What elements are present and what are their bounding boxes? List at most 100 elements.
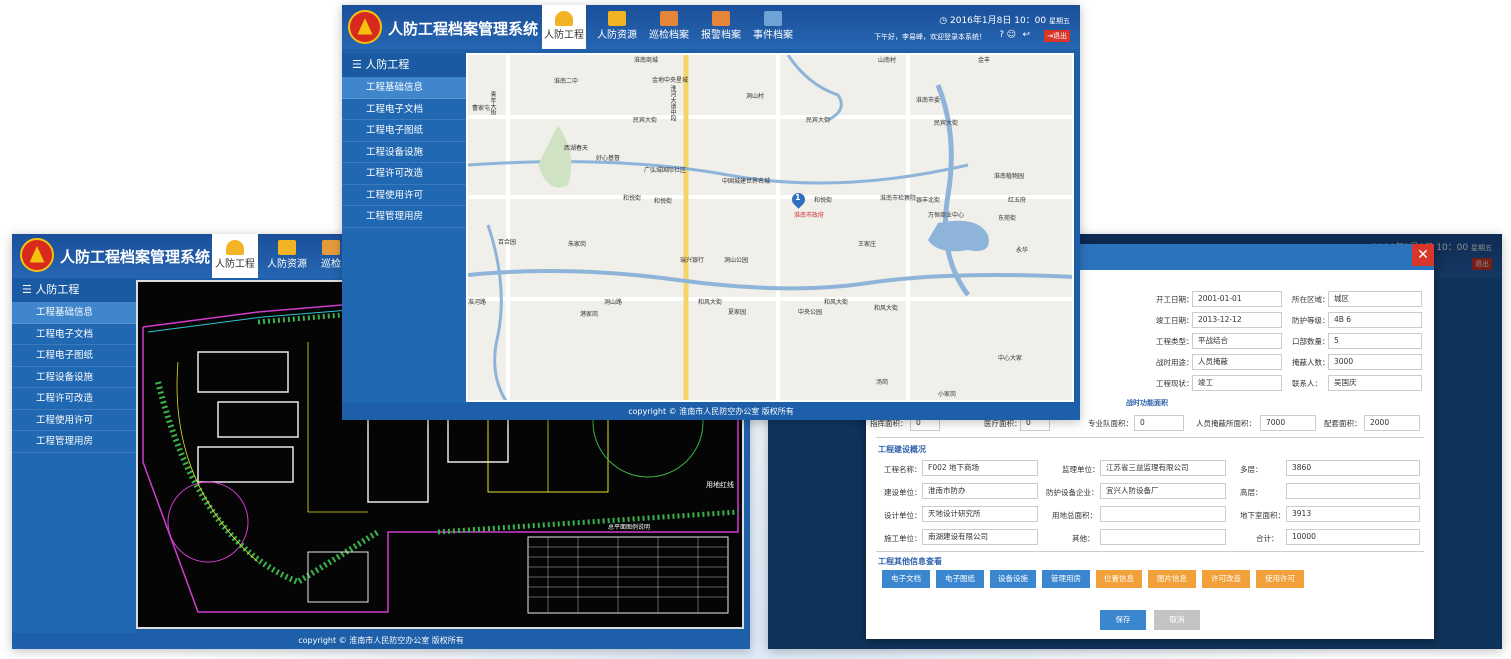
field-input[interactable]	[1286, 483, 1420, 499]
field-input[interactable]: 4B 6	[1328, 312, 1422, 328]
field-input[interactable]: 人员掩蔽	[1192, 354, 1282, 370]
field-input[interactable]: F002 地下商场	[922, 460, 1038, 476]
field-input[interactable]: 3000	[1328, 354, 1422, 370]
sidebar-item[interactable]: 工程管理用房	[342, 206, 466, 228]
sidebar-item[interactable]: 工程许可改造	[12, 388, 136, 410]
map-label: 金丰	[978, 57, 991, 64]
app-logo-icon	[20, 238, 54, 272]
field-input[interactable]: 平战结合	[1192, 333, 1282, 349]
room-button[interactable]: 管理用房	[1042, 570, 1090, 588]
close-icon[interactable]: ✕	[1412, 244, 1434, 266]
map-label: 淮南植物园	[994, 173, 1025, 180]
field-label: 工程类型：	[1156, 337, 1194, 346]
cancel-button[interactable]: 取消	[1154, 610, 1200, 630]
app-title: 人防工程档案管理系统	[60, 248, 211, 266]
sidebar-item[interactable]: 工程电子文档	[342, 99, 466, 120]
sidebar-item[interactable]: 工程电子图纸	[342, 120, 466, 142]
tab-renfang-gongcheng[interactable]: 人防工程	[542, 5, 586, 49]
help-icon[interactable]: ?	[999, 30, 1004, 40]
field-input[interactable]: 竣工	[1192, 375, 1282, 391]
field-label: 其他：	[1072, 534, 1095, 543]
field-input[interactable]: 南湖建设有限公司	[922, 529, 1038, 545]
book-icon	[660, 11, 678, 26]
message-icon[interactable]: ☺	[1007, 30, 1016, 40]
map-roads	[468, 55, 1072, 400]
map-label: 东苑街	[998, 215, 1017, 222]
map-view[interactable]: 淮南二中 金地中央星城 洞山村 淮南市委 民宾大街 民宾大街 民宾大街 淮河大道…	[466, 53, 1074, 402]
cad-label-redline: 用地红线	[706, 481, 734, 489]
map-label: 西湖春天	[564, 145, 589, 152]
field-input[interactable]: 天地设计研究所	[922, 506, 1038, 522]
field-input[interactable]: 7000	[1260, 415, 1316, 431]
section-war-area-title: 战时功能面积	[1126, 399, 1168, 407]
field-input[interactable]	[1100, 529, 1226, 545]
map-label: 夏家园	[728, 309, 747, 316]
use-permit-button[interactable]: 使用许可	[1256, 570, 1304, 588]
helmet-icon	[555, 11, 573, 26]
sidebar-item[interactable]: 工程管理用房	[12, 431, 136, 453]
field-input[interactable]: 5	[1328, 333, 1422, 349]
location-button[interactable]: 位置信息	[1096, 570, 1142, 588]
map-label: 淮南商城	[634, 57, 659, 64]
tab-renfang-gongcheng[interactable]: 人防工程	[212, 234, 258, 278]
back-icon[interactable]: ↩	[1022, 30, 1030, 40]
equipment-button[interactable]: 设备设施	[990, 570, 1036, 588]
map-label: 广弘城国际社区	[644, 167, 687, 174]
sidebar-item[interactable]: 工程电子文档	[12, 324, 136, 345]
logout-button[interactable]: ⇥退出	[1044, 30, 1070, 42]
tab-xunjian-dangan[interactable]: 巡检档案	[644, 5, 694, 49]
field-input[interactable]: 3860	[1286, 460, 1420, 476]
field-input[interactable]: 2013-12-12	[1192, 312, 1282, 328]
save-button[interactable]: 保存	[1100, 610, 1146, 630]
map-label: 中央公园	[798, 309, 823, 316]
sidebar-item[interactable]: 工程使用许可	[342, 185, 466, 206]
field-input[interactable]: 3913	[1286, 506, 1420, 522]
section-other-title: 工程其他信息查看	[878, 557, 942, 566]
map-marker-label: 淮南市政府	[794, 212, 825, 219]
map-label: 和风大街	[874, 305, 899, 312]
tab-renfang-ziyuan[interactable]: 人防资源	[592, 5, 642, 49]
drawing-button[interactable]: 电子图纸	[936, 570, 984, 588]
field-input[interactable]	[1100, 506, 1226, 522]
books-icon	[712, 11, 730, 26]
field-input[interactable]: 宜兴人防设备厂	[1100, 483, 1226, 499]
image-button[interactable]: 图片信息	[1148, 570, 1196, 588]
field-label: 建设单位：	[884, 488, 922, 497]
field-label: 高层：	[1240, 488, 1263, 497]
field-input[interactable]: 2001-01-01	[1192, 291, 1282, 307]
field-label: 用地总面积：	[1052, 511, 1097, 520]
sidebar-item[interactable]: 工程基础信息	[342, 77, 466, 99]
field-input[interactable]: 城区	[1328, 291, 1422, 307]
field-input[interactable]: 10000	[1286, 529, 1420, 545]
field-input[interactable]: 0	[1134, 415, 1184, 431]
map-label: 民宾大街	[633, 117, 658, 124]
tab-baojing-dangan[interactable]: 报警档案	[696, 5, 746, 49]
sidebar-item[interactable]: 工程使用许可	[12, 410, 136, 431]
map-label: 和风大街	[824, 299, 849, 306]
tab-label: 事件档案	[753, 30, 793, 41]
permit-modify-button[interactable]: 许可改造	[1202, 570, 1250, 588]
tab-renfang-ziyuan[interactable]: 人防资源	[262, 234, 312, 278]
field-input[interactable]: 吴国庆	[1328, 375, 1422, 391]
map-label: 准河路	[468, 299, 487, 306]
cad-table-title: 总平面图例说明	[608, 524, 651, 531]
sidebar-item[interactable]: 工程设备设施	[12, 367, 136, 388]
map-label: 洞山路	[604, 299, 623, 306]
sidebar: ☰ 人防工程 工程基础信息 工程电子文档 工程电子图纸 工程设备设施 工程许可改…	[12, 278, 136, 633]
field-input[interactable]: 江苏省三益监理有限公司	[1100, 460, 1226, 476]
map-label: 中心大家	[998, 355, 1023, 362]
field-input[interactable]: 淮南市防办	[922, 483, 1038, 499]
map-label: 红五府	[1008, 197, 1027, 204]
sidebar-item[interactable]: 工程基础信息	[12, 302, 136, 324]
sidebar-item[interactable]: 工程许可改造	[342, 163, 466, 185]
sidebar-item[interactable]: 工程设备设施	[342, 142, 466, 163]
app-title: 人防工程档案管理系统	[388, 20, 539, 38]
tab-shijian-dangan[interactable]: 事件档案	[748, 5, 798, 49]
sidebar-item[interactable]: 工程电子图纸	[12, 345, 136, 367]
map-label: 洞山村	[746, 93, 765, 100]
map-label: 港家岗	[580, 311, 599, 318]
field-input[interactable]: 2000	[1364, 415, 1420, 431]
app-header: 人防工程档案管理系统 人防工程 人防资源 巡检档案 报警档案 事件档案 ◷ 20…	[342, 5, 1080, 49]
tab-label: 人防资源	[597, 30, 637, 41]
doc-button[interactable]: 电子文档	[882, 570, 930, 588]
